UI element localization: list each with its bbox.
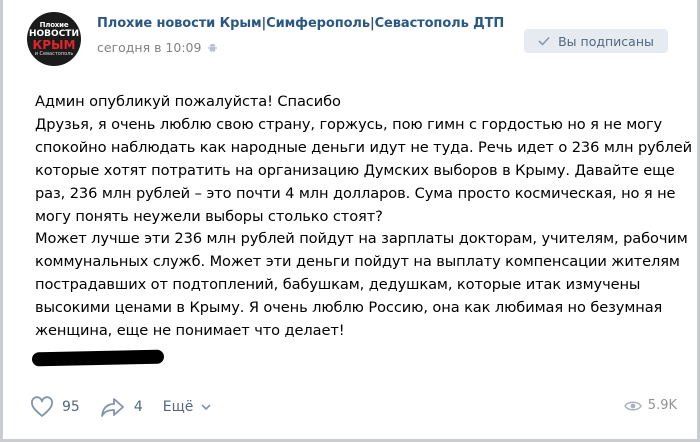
subscribed-button[interactable]: Вы подписаны <box>524 29 668 53</box>
views-counter: 5.9K <box>623 398 677 413</box>
screenshot-frame-left <box>0 0 3 442</box>
post-time-link[interactable]: сегодня в 10:09 <box>97 40 201 55</box>
like-count: 95 <box>62 399 80 415</box>
post-text-line: женщина, еще не понимает что делает! <box>35 322 345 340</box>
post-text-line: которые хотят потратить на организацию Д… <box>35 161 675 179</box>
avatar-text-line3: КРЫМ <box>32 37 76 52</box>
post-text-line: спокойно наблюдать как народные деньги и… <box>35 138 693 156</box>
post-text-line: раз, 236 млн рублей – это почти 4 млн до… <box>35 184 676 202</box>
avatar-text-line2: НОВОСТИ <box>29 28 79 39</box>
avatar-text-line1: Плохие <box>39 20 69 29</box>
post-text-line: Друзья, я очень люблю свою страну, горжу… <box>35 115 663 133</box>
post-actions: 95 4 Ещё <box>30 394 231 420</box>
post-text: Админ опубликуй пожалуйста! Спасибо Друз… <box>35 91 693 343</box>
post-text-line: могу понять неужели выборы столько стоят… <box>35 207 383 225</box>
share-count: 4 <box>133 399 143 415</box>
share-button[interactable]: 4 <box>100 396 143 418</box>
post-meta: сегодня в 10:09 <box>97 40 218 55</box>
like-button[interactable]: 95 <box>30 396 80 418</box>
android-icon <box>208 43 218 53</box>
eye-icon <box>623 401 642 410</box>
share-icon <box>100 398 124 417</box>
views-count: 5.9K <box>647 398 677 413</box>
check-icon <box>538 36 550 46</box>
post-text-line: высокими ценами в Крыму. Я очень люблю Р… <box>35 299 663 317</box>
post-text-line: коммунальных служб. Может эти деньги пой… <box>35 253 680 271</box>
group-name-link[interactable]: Плохие новости Крым|Симферополь|Севастоп… <box>97 16 504 31</box>
heart-icon <box>31 396 53 417</box>
avatar-text-line4: и Севастополь <box>34 50 74 57</box>
redaction-mark <box>31 349 165 367</box>
more-button[interactable]: Ещё <box>163 399 212 415</box>
subscribed-button-label: Вы подписаны <box>558 33 654 49</box>
post-text-line: Может лучше эти 236 млн рублей пойдут на… <box>35 230 688 248</box>
post-text-line: Админ опубликуй пожалуйста! Спасибо <box>35 93 341 110</box>
more-label: Ещё <box>162 399 194 415</box>
post-text-line: пострадавших от подтоплений, бабушкам, д… <box>35 276 641 294</box>
chevron-down-icon <box>201 404 211 411</box>
group-avatar[interactable]: Плохие НОВОСТИ КРЫМ и Севастополь <box>27 12 81 66</box>
